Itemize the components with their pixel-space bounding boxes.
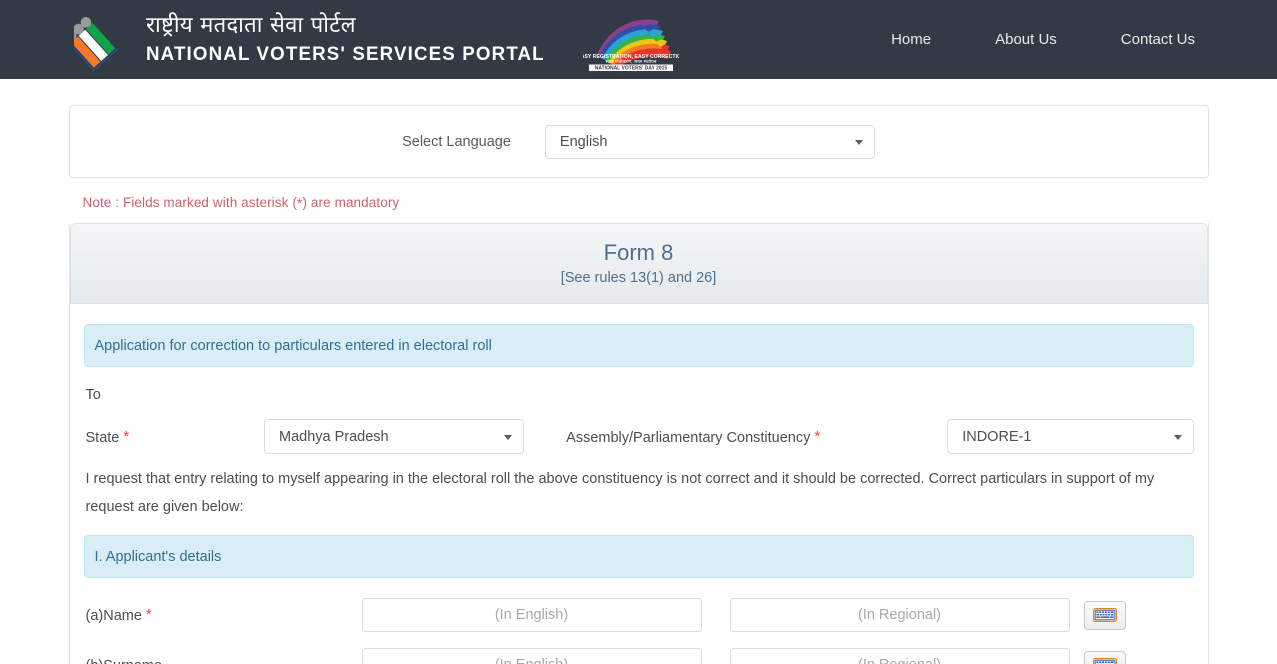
- name-regional-input[interactable]: [729, 598, 1070, 633]
- site-header: राष्ट्रीय मतदाता सेवा पोर्टल NATIONAL VO…: [0, 0, 1277, 79]
- language-panel: Select Language English: [68, 105, 1209, 178]
- note-suffix: ) are mandatory: [302, 195, 400, 210]
- nav-item-about-us[interactable]: About Us: [983, 23, 1069, 56]
- form-header: Form 8 [See rules 13(1) and 26]: [69, 223, 1208, 305]
- form-body: Application for correction to particular…: [70, 304, 1208, 664]
- svg-text:NATIONAL VOTERS' DAY 2015: NATIONAL VOTERS' DAY 2015: [595, 65, 668, 71]
- keyboard-icon: [1092, 658, 1117, 664]
- state-select[interactable]: Madhya Pradesh: [264, 419, 525, 455]
- name-row: (a)Name *: [84, 598, 1194, 633]
- form-rules-subtitle: [See rules 13(1) and 26]: [560, 270, 717, 287]
- election-commission-of-india-logo-icon: [74, 16, 119, 71]
- state-label-text: State: [85, 429, 120, 446]
- name-required-asterisk: *: [145, 606, 152, 624]
- surname-english-input[interactable]: [361, 648, 702, 664]
- application-purpose-banner: Application for correction to particular…: [83, 324, 1194, 368]
- name-virtual-keyboard-button[interactable]: [1083, 600, 1126, 630]
- content-container: Select Language English Note : Fields ma…: [68, 105, 1209, 664]
- surname-label: (b)Surname: [86, 656, 362, 664]
- main-navigation: Home About Us Contact Us: [879, 0, 1207, 79]
- keyboard-icon: [1092, 608, 1117, 623]
- form-panel: Form 8 [See rules 13(1) and 26] Applicat…: [68, 223, 1209, 664]
- surname-label-text: (b)Surname: [86, 658, 163, 664]
- select-language-label: Select Language: [402, 133, 511, 150]
- svg-text:सरल पंजीकरण, सरल संशोधन: सरल पंजीकरण, सरल संशोधन: [606, 58, 657, 65]
- language-selector-group: Select Language English: [402, 124, 875, 159]
- state-select-value: Madhya Pradesh: [279, 428, 389, 445]
- constituency-select[interactable]: INDORE-1: [947, 419, 1194, 455]
- nav-item-home[interactable]: Home: [879, 23, 943, 56]
- brand: राष्ट्रीय मतदाता सेवा पोर्टल NATIONAL VO…: [74, 9, 679, 71]
- mandatory-fields-note: Note : Fields marked with asterisk (*) a…: [83, 195, 1209, 211]
- surname-regional-input[interactable]: [729, 648, 1070, 664]
- applicant-details-banner: I. Applicant's details: [83, 535, 1194, 579]
- page-body: Select Language English Note : Fields ma…: [0, 79, 1277, 664]
- constituency-label-text: Assembly/Parliamentary Constituency: [566, 429, 811, 446]
- state-constituency-row: State * Madhya Pradesh Assembly/Parliamen…: [84, 419, 1194, 455]
- language-select-value: English: [559, 133, 608, 150]
- to-label: To: [85, 387, 101, 404]
- request-paragraph: I request that entry relating to myself …: [85, 471, 1155, 515]
- constituency-required-asterisk: *: [814, 427, 821, 445]
- brand-title-hindi: राष्ट्रीय मतदाता सेवा पोर्टल: [146, 13, 356, 39]
- surname-row: (b)Surname: [84, 648, 1194, 664]
- national-voters-day-2015-logo-icon: EASY REGISTRATION, EASY CORRECTION सरल प…: [583, 18, 679, 71]
- constituency-label: Assembly/Parliamentary Constituency *: [566, 428, 820, 446]
- nav-item-contact-us[interactable]: Contact Us: [1109, 23, 1207, 56]
- note-prefix: Note : Fields marked with asterisk (: [82, 195, 297, 210]
- language-select[interactable]: English: [544, 124, 875, 159]
- brand-text: राष्ट्रीय मतदाता सेवा पोर्टल NATIONAL VO…: [146, 13, 561, 66]
- name-label: (a)Name *: [86, 606, 362, 624]
- surname-virtual-keyboard-button[interactable]: [1083, 650, 1126, 664]
- name-label-text: (a)Name: [85, 608, 142, 625]
- brand-title-english: NATIONAL VOTERS' SERVICES PORTAL: [146, 42, 545, 65]
- name-english-input[interactable]: [361, 598, 702, 633]
- state-required-asterisk: *: [123, 427, 130, 445]
- page-title: Form 8: [603, 240, 674, 265]
- state-label: State *: [86, 428, 265, 446]
- constituency-select-value: INDORE-1: [962, 428, 1032, 445]
